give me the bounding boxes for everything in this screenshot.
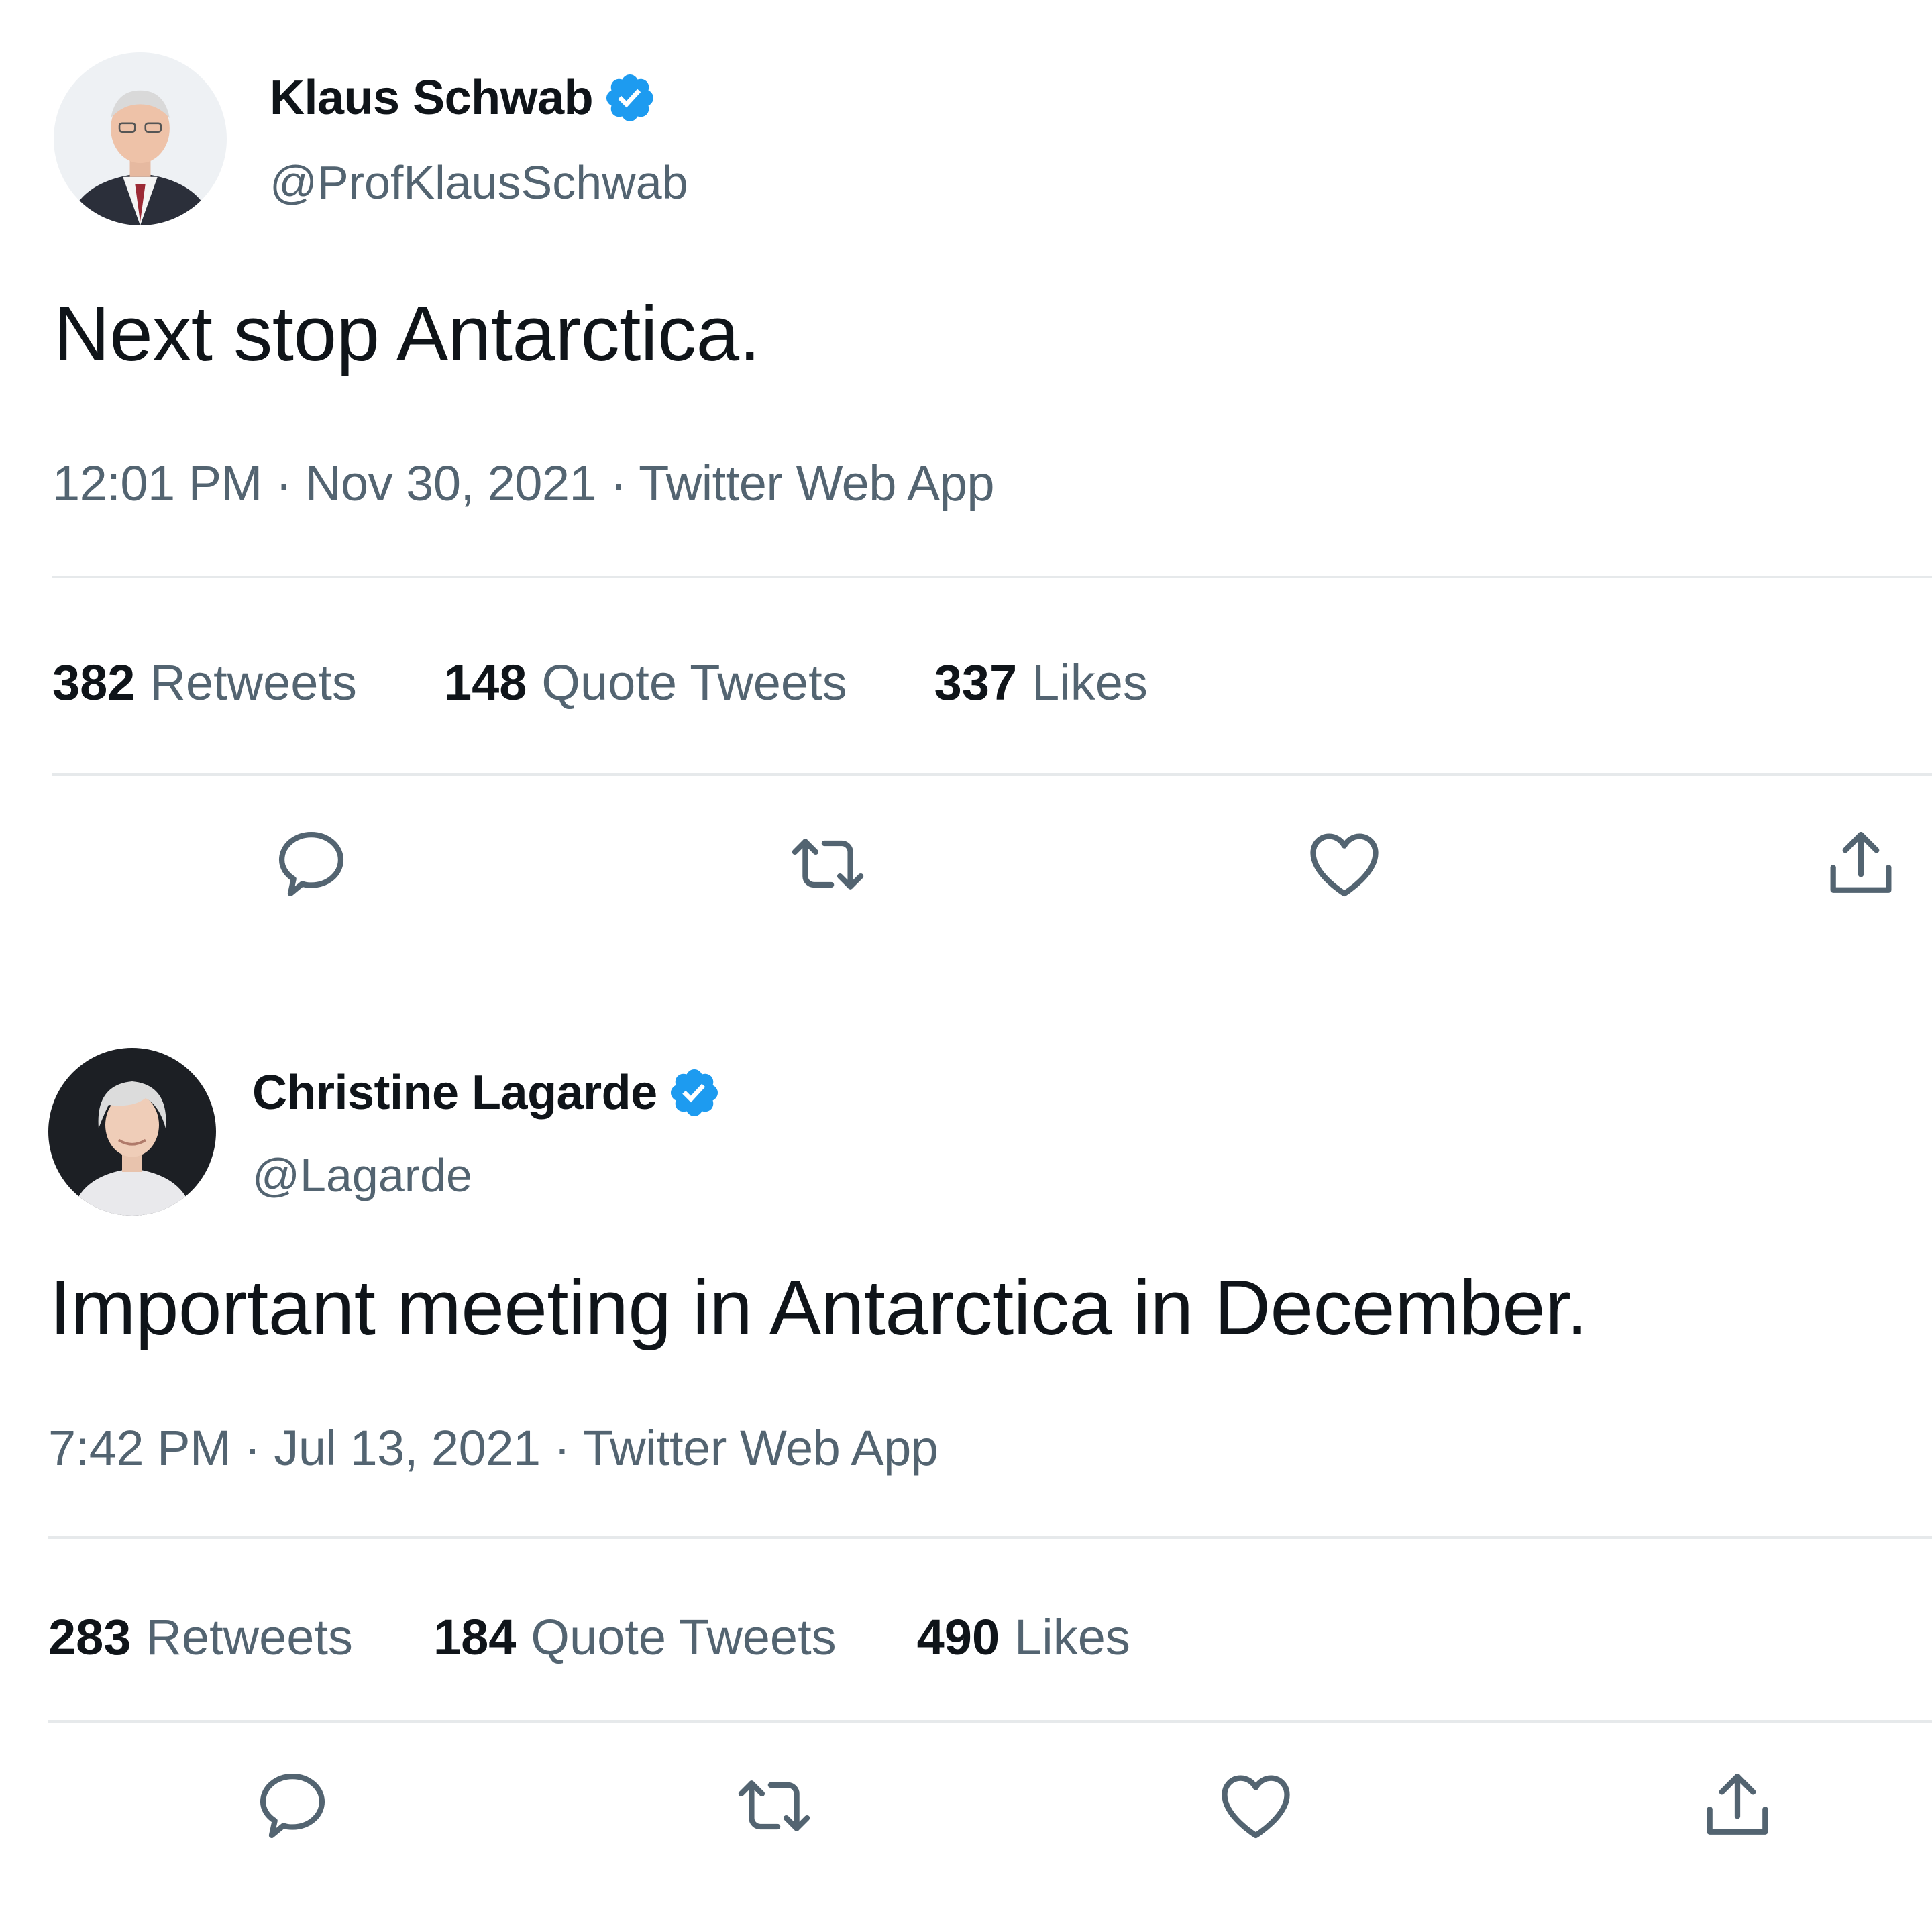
likes-label: Likes: [1014, 1609, 1130, 1665]
retweets-label: Retweets: [150, 655, 357, 710]
retweet-icon[interactable]: [786, 822, 869, 906]
tweet-timestamp[interactable]: 12:01 PM · Nov 30, 2021 · Twitter Web Ap…: [52, 455, 995, 512]
likes-count: 490: [916, 1609, 1000, 1665]
avatar-photo: [48, 1048, 216, 1216]
author-handle[interactable]: @Lagarde: [252, 1148, 472, 1202]
divider: [48, 1536, 1932, 1539]
retweets-stat[interactable]: 283 Retweets: [48, 1609, 353, 1666]
author-name-row: Christine Lagarde: [252, 1065, 722, 1120]
likes-label: Likes: [1032, 655, 1148, 710]
avatar-photo: [54, 52, 227, 225]
tweet: Klaus Schwab @ProfKlausSchwab Next stop …: [0, 0, 1932, 973]
retweets-stat[interactable]: 382 Retweets: [52, 654, 357, 711]
author-name-row: Klaus Schwab: [270, 70, 657, 125]
tweet-timestamp[interactable]: 7:42 PM · Jul 13, 2021 · Twitter Web App: [48, 1419, 938, 1477]
retweets-label: Retweets: [146, 1609, 353, 1665]
retweets-count: 382: [52, 655, 136, 710]
display-name[interactable]: Klaus Schwab: [270, 70, 594, 125]
author-handle[interactable]: @ProfKlausSchwab: [270, 156, 688, 209]
like-icon[interactable]: [1303, 822, 1386, 906]
likes-stat[interactable]: 490 Likes: [917, 1609, 1130, 1666]
tweet-text: Next stop Antarctica.: [54, 290, 761, 377]
verified-badge-icon: [667, 1065, 722, 1120]
divider: [52, 576, 1932, 578]
share-icon[interactable]: [1696, 1764, 1779, 1847]
like-icon[interactable]: [1214, 1764, 1297, 1847]
avatar[interactable]: [48, 1048, 216, 1216]
display-name[interactable]: Christine Lagarde: [252, 1065, 657, 1120]
likes-count: 337: [934, 655, 1018, 710]
tweet: Christine Lagarde @Lagarde Important mee…: [0, 973, 1932, 1932]
tweet-text: Important meeting in Antarctica in Decem…: [50, 1264, 1588, 1351]
share-icon[interactable]: [1819, 822, 1902, 906]
divider: [48, 1720, 1932, 1723]
retweet-icon[interactable]: [733, 1764, 816, 1847]
likes-stat[interactable]: 337 Likes: [934, 654, 1148, 711]
quote-tweets-count: 184: [433, 1609, 517, 1665]
tweet-stats: 283 Retweets 184 Quote Tweets 490 Likes: [48, 1609, 1130, 1666]
reply-icon[interactable]: [251, 1764, 334, 1847]
verified-badge-icon: [602, 70, 657, 125]
quote-tweets-label: Quote Tweets: [531, 1609, 837, 1665]
quote-tweets-stat[interactable]: 184 Quote Tweets: [433, 1609, 837, 1666]
avatar[interactable]: [54, 52, 227, 225]
tweet-stats: 382 Retweets 148 Quote Tweets 337 Likes: [52, 654, 1148, 711]
retweets-count: 283: [48, 1609, 131, 1665]
quote-tweets-count: 148: [443, 655, 527, 710]
divider: [52, 773, 1932, 776]
reply-icon[interactable]: [270, 822, 353, 906]
quote-tweets-label: Quote Tweets: [541, 655, 847, 710]
quote-tweets-stat[interactable]: 148 Quote Tweets: [444, 654, 847, 711]
